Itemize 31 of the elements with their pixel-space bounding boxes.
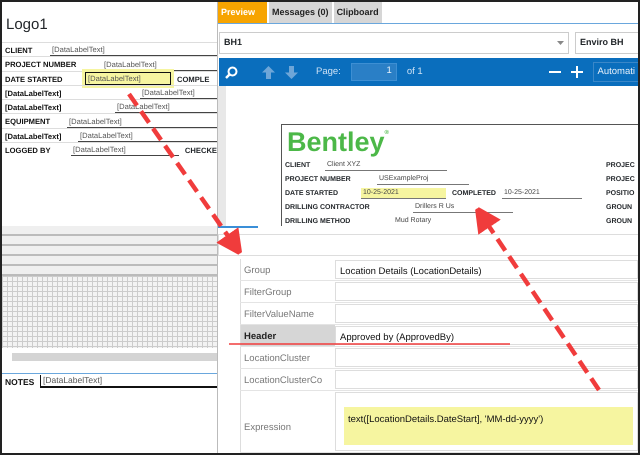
property-name[interactable]: Expression <box>240 391 335 452</box>
tab[interactable]: Clipboard <box>334 2 382 23</box>
property-field[interactable] <box>335 304 638 323</box>
property-field[interactable] <box>218 234 638 256</box>
property-field[interactable] <box>335 348 638 367</box>
logo-placeholder-text: Logo1 <box>5 15 49 35</box>
down-arrow-icon[interactable] <box>285 66 298 78</box>
property-value[interactable]: text([LocationDetails.DateStart], 'MM-dd-yyyy') <box>344 407 633 446</box>
tab[interactable]: Messages (0) <box>269 2 332 23</box>
search-icon[interactable] <box>225 66 238 78</box>
page-number-field[interactable]: 1 <box>350 63 397 81</box>
property-field[interactable] <box>335 370 638 389</box>
plus-icon[interactable] <box>570 66 582 78</box>
property-name[interactable]: LocationClusterCo <box>240 369 335 390</box>
borehole-dropdown[interactable]: BH1 <box>219 32 569 54</box>
page-label: Page: <box>316 64 341 79</box>
property-name[interactable]: FilterGroup <box>240 281 335 302</box>
template-dropdown[interactable]: Enviro BH <box>575 32 638 54</box>
field-label: NOTES <box>4 376 36 388</box>
zoom-dropdown[interactable]: Automati <box>592 62 638 82</box>
page-total: of 1 <box>406 64 423 79</box>
property-name[interactable]: FilterValueName <box>240 303 335 324</box>
property-name[interactable]: Header <box>240 325 335 346</box>
property-name[interactable]: LocationCluster <box>240 347 335 368</box>
up-arrow-icon[interactable] <box>262 66 275 78</box>
caret-icon <box>557 41 564 45</box>
horizontal-scrollbar[interactable] <box>12 353 217 362</box>
data-label-field[interactable]: [DataLabelText] <box>40 375 217 388</box>
logo-text: Bentley$^{®}$ <box>286 127 390 157</box>
property-name[interactable]: Group <box>240 259 335 280</box>
property-field[interactable] <box>335 282 638 301</box>
